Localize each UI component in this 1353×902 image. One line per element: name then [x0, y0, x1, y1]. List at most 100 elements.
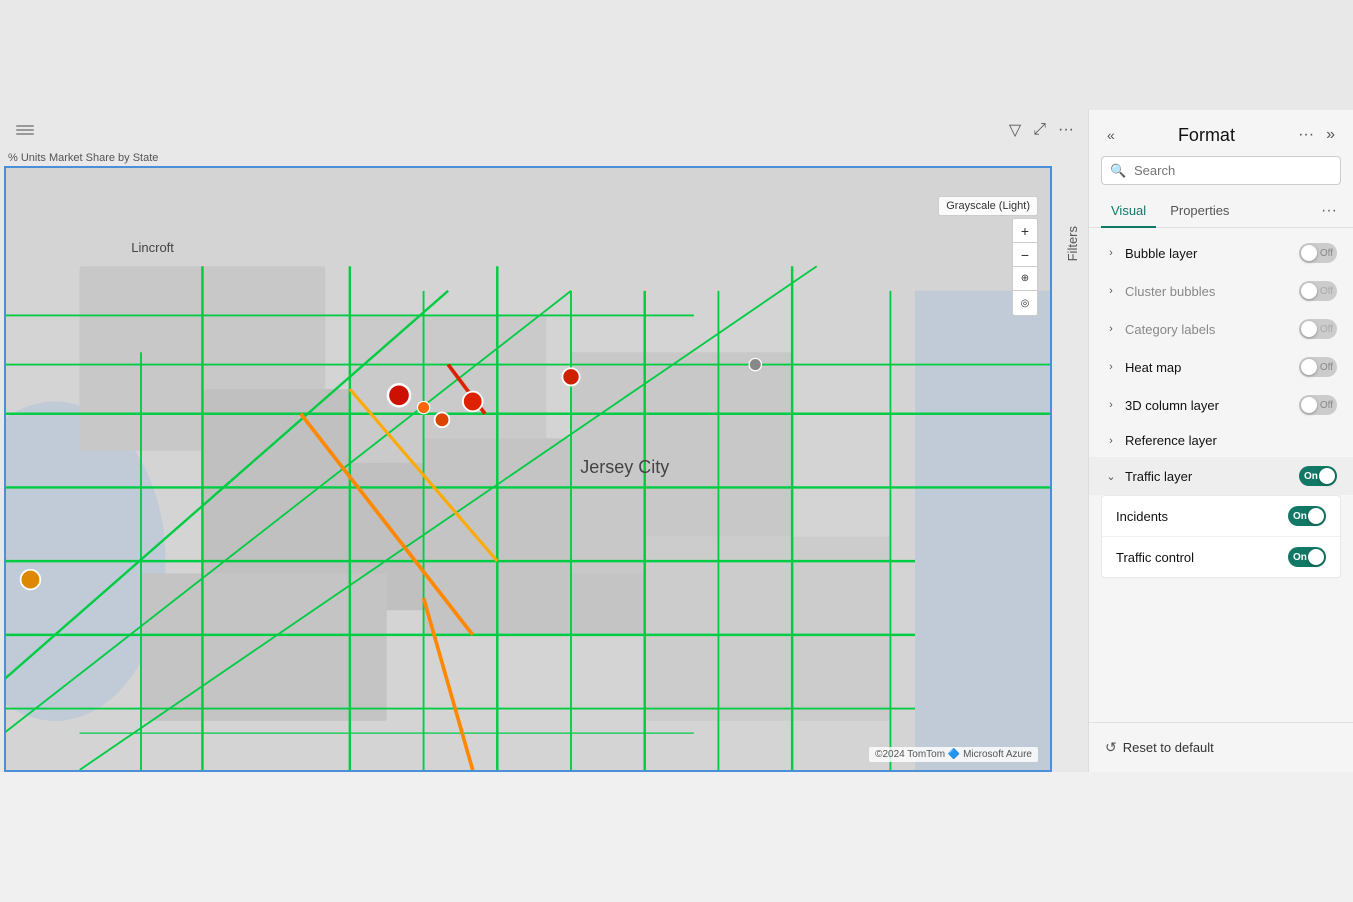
toggle-track-bubble[interactable]: Off [1299, 243, 1337, 263]
toolbar-row: ▽ ⤢ ··· [0, 110, 1088, 150]
toggle-category[interactable]: Off [1299, 319, 1337, 339]
traffic-control-label: Traffic control [1116, 550, 1288, 565]
filter-button[interactable]: ▽ [1007, 118, 1023, 142]
toolbar-more-button[interactable]: ··· [1056, 119, 1076, 141]
map-svg [6, 168, 1050, 770]
toggle-label-bubble: Off [1320, 248, 1333, 259]
toolbar-right: ▽ ⤢ ··· [1007, 118, 1076, 142]
zoom-in-button[interactable]: + [1013, 219, 1037, 243]
filters-strip: Filters [1056, 166, 1088, 772]
map-wrapper: Grayscale (Light) Lincroft Jersey City +… [0, 166, 1056, 772]
layer-item-cluster[interactable]: › Cluster bubbles Off [1089, 272, 1353, 310]
layer-item-traffic[interactable]: ⌄ Traffic layer On [1089, 457, 1353, 495]
chevron-right-icon-3d: › [1105, 399, 1117, 411]
map-label: % Units Market Share by State [0, 150, 1088, 166]
chevron-right-icon-reference: › [1105, 435, 1117, 447]
toggle-track-traffic-control[interactable]: On [1288, 547, 1326, 567]
location-button[interactable]: ◎ [1013, 291, 1037, 315]
tab-properties[interactable]: Properties [1160, 195, 1239, 228]
incidents-label: Incidents [1116, 509, 1288, 524]
toggle-track-traffic[interactable]: On [1299, 466, 1337, 486]
layer-name-bubble: Bubble layer [1125, 246, 1299, 261]
main-area: ▽ ⤢ ··· % Units Market Share by State [0, 110, 1353, 772]
panel-collapse-button[interactable]: » [1324, 124, 1337, 146]
toggle-knob-heatmap [1301, 359, 1317, 375]
search-icon: 🔍 [1110, 163, 1126, 179]
toggle-traffic[interactable]: On [1299, 466, 1337, 486]
toggle-incidents[interactable]: On [1288, 506, 1326, 526]
toggle-track-category[interactable]: Off [1299, 319, 1337, 339]
search-box: 🔍 [1101, 156, 1341, 185]
format-title: Format [1178, 125, 1235, 146]
tab-more-button[interactable]: ··· [1317, 198, 1341, 224]
map-container[interactable]: Grayscale (Light) Lincroft Jersey City +… [4, 166, 1052, 772]
compass-button[interactable]: ⊕ [1013, 267, 1037, 291]
format-header-icons: ··· » [1296, 124, 1337, 146]
toggle-traffic-control[interactable]: On [1288, 547, 1326, 567]
filters-label[interactable]: Filters [1065, 226, 1080, 261]
expand-button[interactable]: ⤢ [1031, 119, 1048, 141]
toggle-bubble[interactable]: Off [1299, 243, 1337, 263]
toggle-knob-traffic [1319, 468, 1335, 484]
chevron-right-icon-heatmap: › [1105, 361, 1117, 373]
toggle-track-cluster[interactable]: Off [1299, 281, 1337, 301]
drag-line-3 [16, 133, 34, 135]
map-footer: ©2024 TomTom 🔷 Microsoft Azure [869, 747, 1038, 762]
format-panel: « Format ··· » 🔍 Visual Properties ··· [1089, 110, 1353, 772]
layer-item-3d[interactable]: › 3D column layer Off [1089, 386, 1353, 424]
toggle-knob-bubble [1301, 245, 1317, 261]
map-background: Grayscale (Light) Lincroft Jersey City +… [6, 168, 1050, 770]
top-bar [0, 0, 1353, 110]
drag-handle[interactable] [12, 121, 38, 139]
map-section: ▽ ⤢ ··· % Units Market Share by State [0, 110, 1088, 772]
tab-visual[interactable]: Visual [1101, 195, 1156, 228]
toggle-cluster[interactable]: Off [1299, 281, 1337, 301]
drag-line-2 [16, 129, 34, 131]
layer-item-reference[interactable]: › Reference layer [1089, 424, 1353, 457]
toggle-knob-cluster [1301, 283, 1317, 299]
format-more-button[interactable]: ··· [1296, 124, 1316, 146]
layer-name-3d: 3D column layer [1125, 398, 1299, 413]
zoom-out-button[interactable]: − [1013, 243, 1037, 267]
toggle-track-heatmap[interactable]: Off [1299, 357, 1337, 377]
chevron-right-icon-category: › [1105, 323, 1117, 335]
layer-name-reference: Reference layer [1125, 433, 1337, 448]
toggle-track-3d[interactable]: Off [1299, 395, 1337, 415]
drag-line-1 [16, 125, 34, 127]
panel-back-button[interactable]: « [1105, 125, 1117, 145]
layer-item-category[interactable]: › Category labels Off [1089, 310, 1353, 348]
map-zoom-controls: + − ⊕ ◎ [1012, 218, 1038, 316]
tabs-row: Visual Properties ··· [1089, 195, 1353, 228]
reset-button[interactable]: ↺ Reset to default [1105, 735, 1214, 760]
search-input[interactable] [1101, 156, 1341, 185]
toggle-knob-3d [1301, 397, 1317, 413]
layers-list: › Bubble layer Off › Cluster bubbles [1089, 228, 1353, 722]
traffic-expanded-section: Incidents On Traffic control [1101, 495, 1341, 578]
layer-name-traffic: Traffic layer [1125, 469, 1299, 484]
traffic-sub-control: Traffic control On [1102, 537, 1340, 577]
chevron-down-icon-traffic: ⌄ [1105, 470, 1117, 483]
map-style-label[interactable]: Grayscale (Light) [938, 196, 1038, 216]
reset-label: Reset to default [1123, 740, 1214, 755]
toggle-knob-category [1301, 321, 1317, 337]
toggle-track-incidents[interactable]: On [1288, 506, 1326, 526]
toggle-3d[interactable]: Off [1299, 395, 1337, 415]
layer-item-bubble[interactable]: › Bubble layer Off [1089, 234, 1353, 272]
traffic-sub-incidents: Incidents On [1102, 496, 1340, 537]
toggle-knob-incidents [1308, 508, 1324, 524]
reset-section: ↺ Reset to default [1089, 722, 1353, 772]
toolbar-left [12, 121, 38, 139]
layer-name-cluster: Cluster bubbles [1125, 284, 1299, 299]
format-header: « Format ··· » [1089, 110, 1353, 156]
map-and-filters: Grayscale (Light) Lincroft Jersey City +… [0, 166, 1088, 772]
layer-name-heatmap: Heat map [1125, 360, 1299, 375]
layer-item-heatmap[interactable]: › Heat map Off [1089, 348, 1353, 386]
toggle-knob-traffic-control [1308, 549, 1324, 565]
reset-icon: ↺ [1105, 739, 1117, 756]
bottom-area [0, 772, 1353, 902]
layer-name-category: Category labels [1125, 322, 1299, 337]
right-panel: « Format ··· » 🔍 Visual Properties ··· [1088, 110, 1353, 772]
toggle-heatmap[interactable]: Off [1299, 357, 1337, 377]
chevron-right-icon-cluster: › [1105, 285, 1117, 297]
chevron-right-icon: › [1105, 247, 1117, 259]
